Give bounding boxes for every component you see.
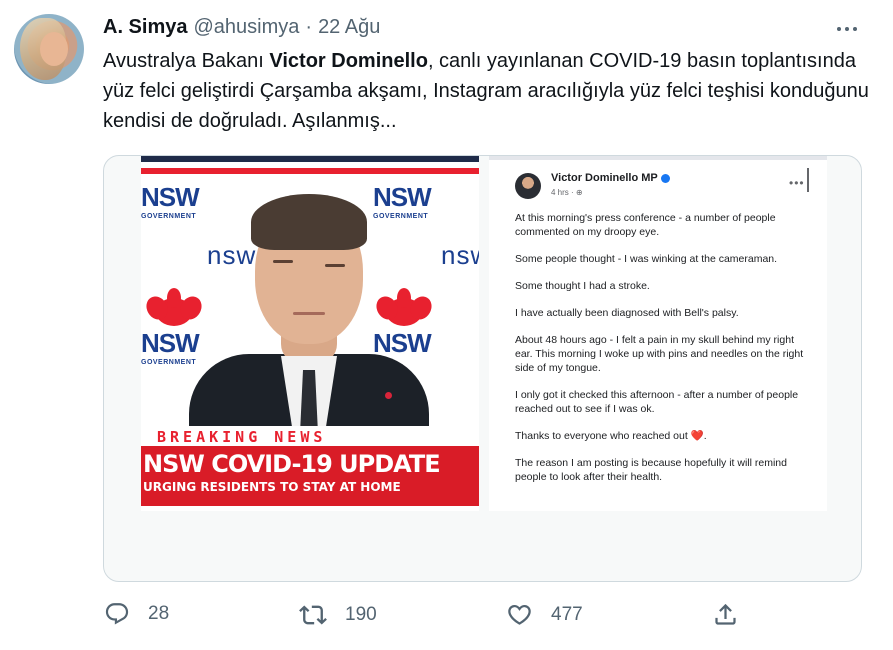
post-avatar — [515, 173, 541, 199]
reply-count: 28 — [148, 603, 170, 624]
media-image[interactable]: NSW GOVERNMENT NSW GOVERNMENT nsw nsw NS… — [141, 156, 827, 511]
tweet-header: A. Simya @ahusimya · 22 Ağu — [103, 16, 380, 39]
post-divider — [807, 168, 809, 192]
retweet-count: 190 — [345, 604, 377, 625]
post-author-row: Victor Dominello MP — [551, 172, 670, 184]
post-meta: 4 hrs · ⊕ — [551, 188, 583, 197]
tweet-text: Avustralya Bakanı Victor Dominello, canl… — [103, 46, 873, 136]
like-icon — [508, 604, 531, 625]
share-button[interactable] — [712, 601, 739, 633]
post-paragraph: The reason I am posting is because hopef… — [515, 457, 787, 483]
subhead-text: URGING RESIDENTS TO STAY AT HOME — [143, 480, 401, 494]
more-icon-dot — [845, 27, 849, 31]
like-button[interactable]: 477 — [506, 601, 583, 628]
retweet-icon — [299, 605, 327, 625]
social-post-screenshot: Victor Dominello MP 4 hrs · ⊕ ••• At thi… — [489, 156, 827, 511]
reply-button[interactable]: 28 — [104, 601, 169, 627]
retweet-button[interactable]: 190 — [299, 601, 377, 629]
author-name[interactable]: A. Simya — [103, 16, 187, 39]
tweet-date[interactable]: 22 Ağu — [318, 16, 380, 39]
breaking-news-label: BREAKING NEWS — [157, 428, 327, 446]
post-body: At this morning's press conference - a n… — [515, 211, 811, 497]
reply-icon — [105, 603, 129, 625]
post-top-line — [489, 156, 827, 160]
post-paragraph: I only got it checked this afternoon - a… — [515, 389, 799, 415]
mouth — [293, 312, 325, 315]
media-card[interactable]: NSW GOVERNMENT NSW GOVERNMENT nsw nsw NS… — [103, 155, 862, 582]
lapel-pin — [385, 392, 392, 399]
left-eye — [273, 260, 293, 263]
post-paragraph: At this morning's press conference - a n… — [515, 212, 776, 238]
heart-icon: ❤️ — [690, 430, 704, 442]
post-more-icon: ••• — [789, 176, 805, 190]
more-icon-dot — [853, 27, 857, 31]
tv-broadcast-frame: NSW GOVERNMENT NSW GOVERNMENT nsw nsw NS… — [141, 156, 479, 511]
tweet: A. Simya @ahusimya · 22 Ağu Avustralya B… — [0, 0, 893, 650]
post-thanks-text: Thanks to everyone who reached out — [515, 430, 688, 442]
avatar-face — [40, 32, 68, 66]
post-paragraph: About 48 hours ago - I felt a pain in my… — [515, 334, 804, 374]
headline-text: NSW COVID-19 UPDATE — [143, 450, 441, 478]
post-author-name: Victor Dominello MP — [551, 172, 658, 184]
tv-top-bar — [141, 156, 479, 162]
like-count: 477 — [551, 603, 583, 625]
post-paragraph: Some people thought - I was winking at t… — [515, 253, 778, 265]
author-avatar[interactable] — [14, 14, 84, 84]
right-eye — [325, 264, 345, 267]
post-paragraph: Some thought I had a stroke. — [515, 280, 650, 292]
verified-icon — [660, 173, 670, 183]
tv-red-line — [141, 168, 479, 174]
post-paragraph-thanks: Thanks to everyone who reached out ❤️. — [515, 430, 707, 442]
share-icon — [715, 603, 736, 625]
more-button[interactable] — [832, 16, 862, 42]
tweet-text-before: Avustralya Bakanı — [103, 50, 270, 72]
hair — [251, 194, 367, 250]
date-separator: · — [305, 16, 313, 38]
more-icon — [837, 27, 841, 31]
post-paragraph: I have actually been diagnosed with Bell… — [515, 307, 739, 319]
minister-figure — [189, 184, 429, 464]
nsw-brand-lower-right: nsw — [441, 240, 479, 270]
author-handle[interactable]: @ahusimya — [193, 16, 299, 39]
tweet-text-bold: Victor Dominello — [269, 50, 428, 72]
